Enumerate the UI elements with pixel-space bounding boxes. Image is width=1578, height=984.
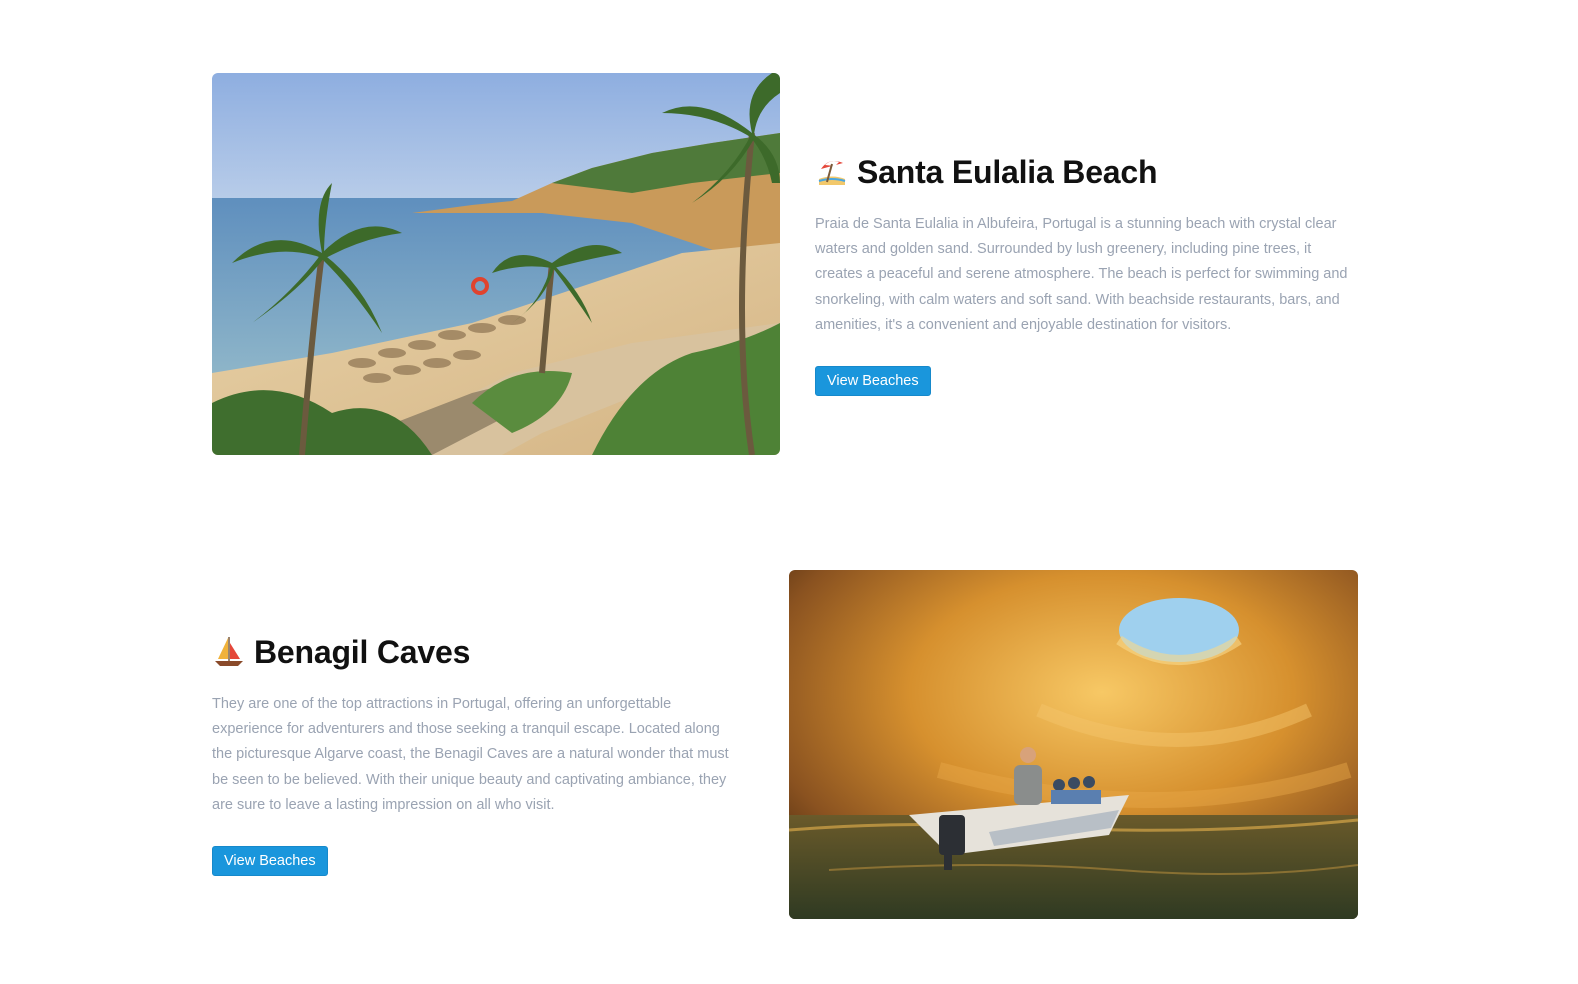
section-title-text: Santa Eulalia Beach <box>857 154 1158 190</box>
santa-eulalia-section: Santa Eulalia Beach Praia de Santa Eulal… <box>815 150 1360 397</box>
section-title: Santa Eulalia Beach <box>815 150 1360 194</box>
section-title: Benagil Caves <box>212 630 742 674</box>
benagil-caves-section: Benagil Caves They are one of the top at… <box>212 630 742 877</box>
sailboat-icon <box>212 635 246 669</box>
section-title-text: Benagil Caves <box>254 634 471 670</box>
view-beaches-button[interactable]: View Beaches <box>815 366 931 397</box>
beach-umbrella-icon <box>815 155 849 189</box>
santa-eulalia-image <box>212 73 780 455</box>
benagil-caves-image <box>789 570 1358 919</box>
view-beaches-button[interactable]: View Beaches <box>212 846 328 877</box>
section-description: Praia de Santa Eulalia in Albufeira, Por… <box>815 216 1348 333</box>
section-description: They are one of the top attractions in P… <box>212 696 729 813</box>
